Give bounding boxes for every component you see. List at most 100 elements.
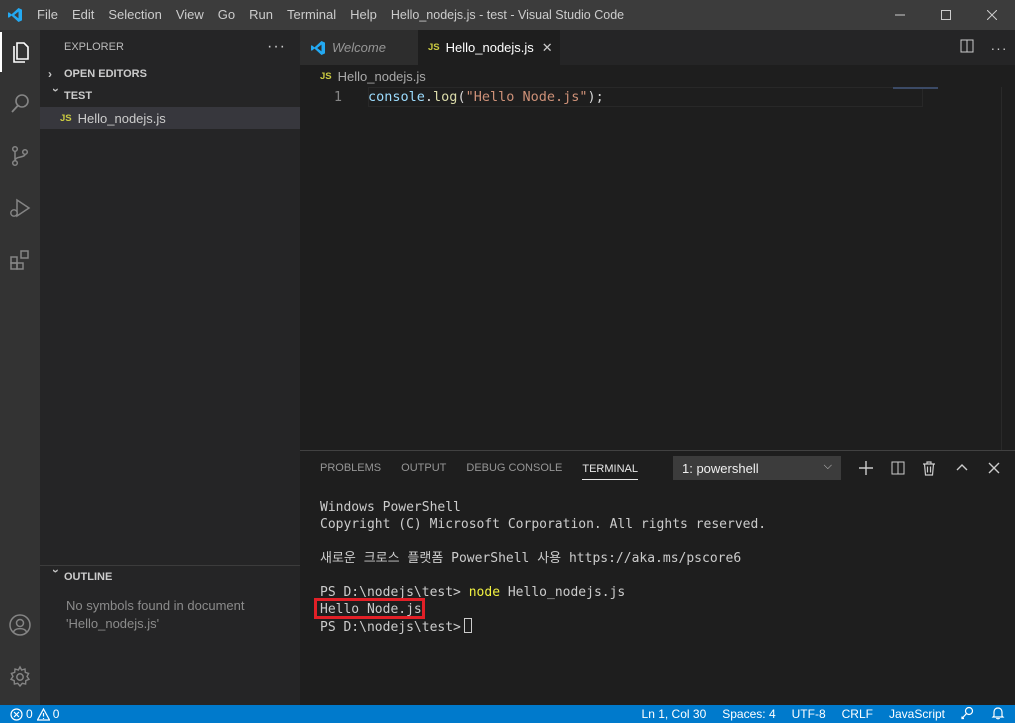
trash-icon[interactable] bbox=[919, 458, 939, 478]
token-function: log bbox=[433, 88, 458, 105]
panel: PROBLEMS OUTPUT DEBUG CONSOLE TERMINAL 1… bbox=[300, 450, 1015, 705]
vscode-logo-icon bbox=[0, 0, 30, 30]
more-actions-icon[interactable]: ··· bbox=[983, 40, 1015, 56]
menu-edit[interactable]: Edit bbox=[65, 0, 101, 30]
chevron-down-icon: › bbox=[49, 569, 63, 573]
end-of-line[interactable]: CRLF bbox=[842, 707, 873, 721]
indentation[interactable]: Spaces: 4 bbox=[722, 707, 775, 721]
breadcrumb-file[interactable]: Hello_nodejs.js bbox=[338, 69, 426, 84]
token-paren-open: ( bbox=[457, 88, 466, 105]
open-editors-section[interactable]: › OPEN EDITORS bbox=[40, 63, 300, 85]
feedback-icon[interactable] bbox=[961, 706, 975, 723]
code-text: console.log("Hello Node.js"); bbox=[368, 89, 604, 105]
search-icon[interactable] bbox=[0, 84, 40, 124]
tab-output[interactable]: OUTPUT bbox=[401, 451, 446, 486]
tab-problems[interactable]: PROBLEMS bbox=[320, 451, 381, 486]
js-file-icon: JS bbox=[428, 42, 440, 53]
token-string: "Hello Node.js" bbox=[465, 88, 588, 105]
minimap[interactable] bbox=[893, 87, 938, 89]
file-item-hello-nodejs[interactable]: JS Hello_nodejs.js bbox=[40, 107, 300, 129]
chevron-right-icon: › bbox=[48, 67, 52, 81]
source-control-icon[interactable] bbox=[0, 136, 40, 176]
maximize-button[interactable] bbox=[923, 0, 969, 30]
run-debug-icon[interactable] bbox=[0, 188, 40, 228]
split-terminal-icon[interactable] bbox=[888, 458, 908, 478]
new-terminal-plus-icon[interactable] bbox=[856, 458, 876, 478]
activity-bar bbox=[0, 30, 40, 705]
vscode-logo-icon bbox=[311, 40, 325, 55]
status-bar: 0 0 Ln 1, Col 30 Spaces: 4 UTF-8 CRLF Ja… bbox=[0, 705, 1015, 723]
extensions-icon[interactable] bbox=[0, 240, 40, 280]
terminal-command-arg: Hello_nodejs.js bbox=[500, 585, 626, 600]
breadcrumb: JS Hello_nodejs.js bbox=[300, 65, 1015, 87]
settings-gear-icon[interactable] bbox=[0, 657, 40, 697]
warning-icon bbox=[36, 707, 50, 721]
outline-msg-line2: 'Hello_nodejs.js' bbox=[66, 616, 160, 631]
notifications-bell-icon[interactable] bbox=[991, 706, 1005, 723]
menu-file[interactable]: File bbox=[30, 0, 65, 30]
more-actions-icon[interactable]: ··· bbox=[267, 38, 286, 56]
open-editors-label: OPEN EDITORS bbox=[64, 68, 147, 80]
token-dot: . bbox=[424, 88, 434, 105]
tab-hello-nodejs[interactable]: JS Hello_nodejs.js ✕ bbox=[418, 30, 560, 65]
tab-label: Hello_nodejs.js bbox=[445, 40, 534, 55]
terminal-line: 새로운 크로스 플랫폼 PowerShell 사용 https://aka.ms… bbox=[320, 551, 742, 566]
token-paren-close: ); bbox=[587, 88, 604, 105]
error-icon bbox=[10, 707, 23, 721]
terminal-select[interactable]: 1: powershell ⌵ bbox=[673, 456, 841, 480]
line-number: 1 bbox=[333, 88, 342, 105]
encoding[interactable]: UTF-8 bbox=[792, 707, 826, 721]
menu-help[interactable]: Help bbox=[343, 0, 384, 30]
editor-tabs: Welcome JS Hello_nodejs.js ✕ ··· bbox=[300, 30, 1015, 65]
panel-tabs: PROBLEMS OUTPUT DEBUG CONSOLE TERMINAL 1… bbox=[300, 451, 1015, 486]
outline-header[interactable]: › OUTLINE bbox=[40, 566, 300, 588]
terminal-line: Copyright (C) Microsoft Corporation. All… bbox=[320, 517, 767, 532]
problems-indicator[interactable]: 0 0 bbox=[0, 707, 59, 721]
terminal-output[interactable]: Windows PowerShell Copyright (C) Microso… bbox=[314, 499, 767, 635]
cursor-position[interactable]: Ln 1, Col 30 bbox=[642, 707, 707, 721]
maximize-panel-chevron-up-icon[interactable] bbox=[952, 458, 972, 478]
terminal-select-value: 1: powershell bbox=[682, 460, 759, 476]
file-name: Hello_nodejs.js bbox=[77, 110, 166, 126]
close-icon[interactable]: ✕ bbox=[542, 40, 553, 56]
explorer-icon[interactable] bbox=[0, 32, 40, 72]
menu-selection[interactable]: Selection bbox=[101, 0, 168, 30]
terminal-prompt-line: PS D:\nodejs\test> bbox=[320, 618, 766, 635]
menu-terminal[interactable]: Terminal bbox=[280, 0, 343, 30]
terminal-line: Windows PowerShell bbox=[320, 500, 461, 515]
red-highlight-box bbox=[314, 598, 425, 619]
minimize-button[interactable] bbox=[877, 0, 923, 30]
js-file-icon: JS bbox=[60, 112, 72, 124]
menu-view[interactable]: View bbox=[169, 0, 211, 30]
outline-label: OUTLINE bbox=[64, 571, 113, 583]
menu-run[interactable]: Run bbox=[242, 0, 280, 30]
tab-terminal[interactable]: TERMINAL bbox=[582, 458, 638, 480]
accounts-icon[interactable] bbox=[0, 605, 40, 645]
close-window-button[interactable] bbox=[969, 0, 1015, 30]
tab-debug-console[interactable]: DEBUG CONSOLE bbox=[466, 451, 562, 486]
split-editor-icon[interactable] bbox=[951, 39, 983, 56]
terminal-cursor bbox=[463, 618, 472, 633]
terminal-command: node bbox=[468, 585, 501, 600]
explorer-title: EXPLORER bbox=[64, 40, 124, 53]
editor-area: Welcome JS Hello_nodejs.js ✕ ··· JS Hell… bbox=[300, 30, 1015, 450]
error-count: 0 bbox=[26, 707, 33, 721]
terminal-prompt: PS D:\nodejs\test> bbox=[320, 620, 461, 635]
warning-count: 0 bbox=[52, 707, 60, 721]
chevron-down-icon: › bbox=[49, 88, 63, 92]
language-mode[interactable]: JavaScript bbox=[889, 707, 945, 721]
outline-msg-line1: No symbols found in document bbox=[66, 598, 245, 613]
menu-go[interactable]: Go bbox=[211, 0, 242, 30]
folder-section-test[interactable]: › TEST bbox=[40, 85, 300, 107]
editor-scrollbar[interactable] bbox=[1001, 87, 1015, 450]
outline-empty-message: No symbols found in document 'Hello_node… bbox=[40, 588, 300, 633]
folder-label: TEST bbox=[64, 90, 93, 102]
tab-welcome[interactable]: Welcome bbox=[300, 30, 418, 65]
menu-bar: File Edit Selection View Go Run Terminal… bbox=[30, 0, 384, 30]
tab-label: Welcome bbox=[332, 40, 386, 55]
explorer-sidebar: EXPLORER ··· › OPEN EDITORS › TEST JS He… bbox=[40, 30, 300, 705]
close-panel-icon[interactable] bbox=[984, 458, 1004, 478]
chevron-down-icon: ⌵ bbox=[823, 460, 832, 472]
